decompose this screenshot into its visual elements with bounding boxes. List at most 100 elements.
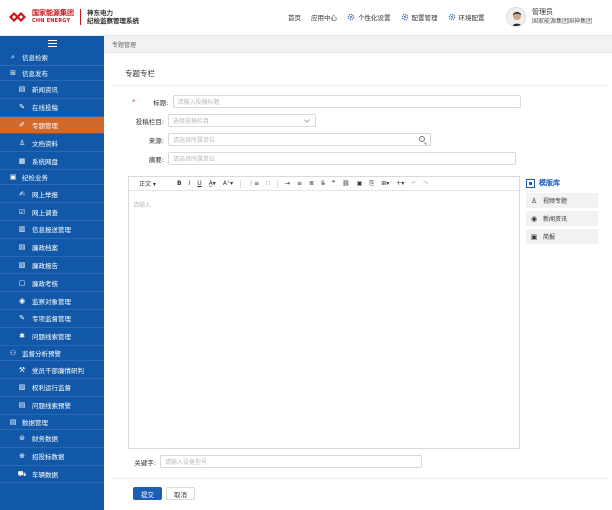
summary-input-placeholder: 请选择所属单位 xyxy=(173,156,216,163)
nav-app-center[interactable]: 应用中心 xyxy=(311,12,337,22)
sidebar-item-clue-management[interactable]: ✱ 问题线索管理 xyxy=(0,327,104,346)
sidebar-item-integrity-report[interactable]: ▧ 廉政报告 xyxy=(0,256,104,275)
power-icon: ▨ xyxy=(18,383,26,392)
redo-icon[interactable]: ↷ xyxy=(423,180,428,187)
sidebar-item-integrity-assessment[interactable]: ▢ 廉政考核 xyxy=(0,274,104,293)
nav-personalization[interactable]: 个性化设置 xyxy=(347,12,391,22)
cancel-button[interactable]: 取消 xyxy=(166,487,195,500)
sidebar-item-topic-management[interactable]: ✐ 专题管理 xyxy=(0,116,104,135)
brand-logo[interactable]: 国家能源集团 CHN ENERGY 神东电力 纪检监察管理系统 xyxy=(8,9,139,25)
unordered-list-icon[interactable]: ∷ xyxy=(266,180,270,187)
search-icon[interactable] xyxy=(419,136,425,142)
sidebar-group-label: 监督分析预警 xyxy=(22,349,61,358)
submit-button[interactable]: 提交 xyxy=(133,487,162,500)
disk-icon: ▦ xyxy=(18,156,26,165)
sidebar-item-online-report[interactable]: ✍ 网上举报 xyxy=(0,185,104,204)
topic-icon: ✐ xyxy=(19,120,25,129)
bid-icon: ⊕ xyxy=(19,452,25,461)
sidebar-item-news[interactable]: ▤ 新闻资讯 xyxy=(0,81,104,99)
warning-icon: ⚇ xyxy=(9,348,17,357)
strikethrough-icon[interactable]: S̶ xyxy=(321,180,325,187)
attachment-icon[interactable]: ⎘ xyxy=(369,180,374,188)
template-library: 模版库 ♙ 视频专题 ◉ 新闻资讯 ▣ 简报 xyxy=(526,176,598,244)
sidebar-item-documents[interactable]: ♙ 文档资料 xyxy=(0,134,104,153)
sidebar-group-data-management[interactable]: ▤ 数据管理 xyxy=(0,415,104,431)
column-select[interactable]: 选择投稿栏目 xyxy=(168,114,316,127)
breadcrumb-current[interactable]: 专题管理 xyxy=(112,40,136,49)
summary-input[interactable]: 请选择所属单位 xyxy=(168,152,516,165)
sidebar-group-discipline-business[interactable]: ▣ 纪检业务 xyxy=(0,170,104,186)
editor-toolbar: 正文 ▾ B I U A̲▾ A⁺▾ ⋮≡ ∷ ⇥ ≡ ≣ S̶ ❞ ⛓ ▣ ⎘… xyxy=(129,177,519,191)
editor-placeholder: 请输入 xyxy=(133,202,152,209)
sidebar-group-info-publish[interactable]: ⊞ 信息发布 xyxy=(0,66,104,81)
quote-icon[interactable]: ❞ xyxy=(332,180,335,187)
template-item-news[interactable]: ◉ 新闻资讯 xyxy=(526,211,598,226)
template-item-label: 简报 xyxy=(543,234,556,241)
template-item-briefing[interactable]: ▣ 简报 xyxy=(526,229,598,244)
nav-home[interactable]: 首页 xyxy=(288,12,301,22)
sidebar-item-label: 党员干部廉情研判 xyxy=(32,366,84,375)
font-color-icon[interactable]: A̲▾ xyxy=(209,180,216,187)
sidebar-item-special-supervision-management[interactable]: ✎ 专项监督管理 xyxy=(0,310,104,328)
publish-icon: ⊞ xyxy=(10,68,16,77)
rich-text-editor[interactable]: 正文 ▾ B I U A̲▾ A⁺▾ ⋮≡ ∷ ⇥ ≡ ≣ S̶ ❞ ⛓ ▣ ⎘… xyxy=(128,176,520,449)
nav-config-management[interactable]: 配置管理 xyxy=(401,12,438,22)
column-label: 投稿栏目: xyxy=(135,117,164,126)
nav-home-label: 首页 xyxy=(288,14,301,22)
sidebar-item-integrity-archive[interactable]: ▤ 廉政档案 xyxy=(0,238,104,257)
sidebar-item-supervision-target-management[interactable]: ◉ 监察对象管理 xyxy=(0,292,104,311)
sidebar-item-label: 廉政档案 xyxy=(32,244,58,253)
gear-icon xyxy=(401,13,408,21)
sidebar: ⌕ 信息检索 ⊞ 信息发布 ▤ 新闻资讯 ✎ 在线投稿 ✐ 专题管理 ♙ 文档资… xyxy=(0,36,104,510)
sidebar-item-vehicle-data[interactable]: ⛟ 车辆数据 xyxy=(0,465,104,484)
align-center-icon[interactable]: ≣ xyxy=(309,180,314,187)
sidebar-item-online-survey[interactable]: ☑ 网上调查 xyxy=(0,203,104,222)
font-size-icon[interactable]: A⁺▾ xyxy=(223,180,233,187)
undo-icon[interactable]: ↶ xyxy=(411,180,416,187)
chn-energy-logo-icon xyxy=(8,10,28,24)
source-input[interactable]: 请选择所属单位 xyxy=(168,133,431,146)
insert-more-icon[interactable]: +▾ xyxy=(396,180,404,187)
sidebar-item-clue-warning[interactable]: ▤ 问题线索预警 xyxy=(0,396,104,415)
template-item-video-topic[interactable]: ♙ 视频专题 xyxy=(526,193,598,208)
sidebar-item-integrity-judgement[interactable]: ⚒ 党员干部廉情研判 xyxy=(0,361,104,379)
avatar[interactable] xyxy=(506,7,526,27)
sidebar-item-label: 信息报送管理 xyxy=(32,226,71,235)
brand-name-cn: 国家能源集团 xyxy=(32,9,74,17)
user-profile[interactable]: 管理员 国家能源集团国神集团 xyxy=(506,7,592,27)
indent-icon[interactable]: ⇥ xyxy=(285,180,290,187)
sidebar-group-supervision-warning[interactable]: ⚇ 监督分析预警 xyxy=(0,346,104,362)
sidebar-item-online-submission[interactable]: ✎ 在线投稿 xyxy=(0,98,104,117)
app-header: 国家能源集团 CHN ENERGY 神东电力 纪检监察管理系统 首页 应用中心 … xyxy=(0,0,612,36)
title-input-placeholder: 请输入投稿标题 xyxy=(177,99,220,106)
keyword-input[interactable]: 请输入设备型号 xyxy=(160,455,422,468)
keyword-row: 关键字: 请输入设备型号 xyxy=(130,455,422,468)
user-organization: 国家能源集团国神集团 xyxy=(532,18,593,25)
nav-environment-config[interactable]: 环境配置 xyxy=(448,12,485,22)
judge-icon: ⚒ xyxy=(18,365,26,374)
sidebar-group-info-search[interactable]: ⌕ 信息检索 xyxy=(0,50,104,66)
source-input-placeholder: 请选择所属单位 xyxy=(173,137,216,144)
title-input[interactable]: 请输入投稿标题 xyxy=(172,95,521,108)
ordered-list-icon[interactable]: ⋮≡ xyxy=(248,180,259,187)
sidebar-item-label: 招投标数据 xyxy=(32,453,65,462)
report-icon: ✍ xyxy=(19,189,25,198)
column-row: 投稿栏目: 选择投稿栏目 xyxy=(112,114,316,127)
divider xyxy=(112,478,609,479)
table-icon[interactable]: ⊞▾ xyxy=(381,180,389,187)
align-left-icon[interactable]: ≡ xyxy=(297,180,302,187)
italic-icon[interactable]: I xyxy=(189,180,191,187)
sidebar-item-system-disk[interactable]: ▦ 系统网盘 xyxy=(0,152,104,170)
sidebar-item-info-submission-management[interactable]: ▥ 信息报送管理 xyxy=(0,221,104,239)
image-icon[interactable]: ▣ xyxy=(357,180,363,187)
sidebar-item-finance-data[interactable]: ⊜ 财务数据 xyxy=(0,430,104,448)
underline-icon[interactable]: U xyxy=(197,180,201,187)
bold-icon[interactable]: B xyxy=(177,180,182,187)
system-name-line1: 神东电力 xyxy=(87,9,113,17)
sidebar-collapse-button[interactable] xyxy=(0,36,104,50)
sidebar-item-power-supervision[interactable]: ▨ 权利运行监督 xyxy=(0,378,104,397)
link-icon[interactable]: ⛓ xyxy=(342,180,350,187)
format-select[interactable]: 正文 ▾ xyxy=(139,179,156,188)
sidebar-item-bid-data[interactable]: ⊕ 招投标数据 xyxy=(0,447,104,466)
news-icon: ▤ xyxy=(18,85,26,94)
